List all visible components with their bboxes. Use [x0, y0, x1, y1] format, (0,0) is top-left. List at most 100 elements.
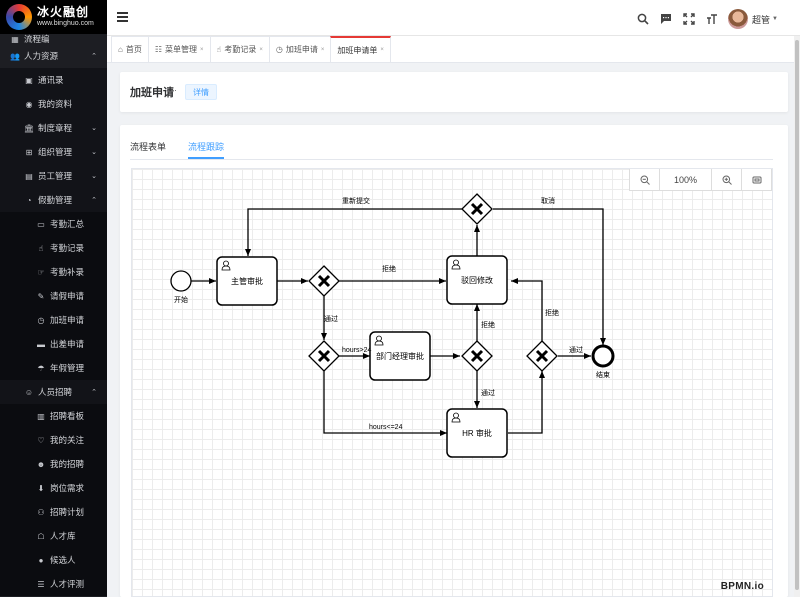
briefcase-icon: ▬: [37, 339, 45, 349]
sidebar-item-label: 通讯录: [38, 75, 64, 85]
chevron-up-icon: ⌃: [91, 389, 97, 396]
bpmn-diagram[interactable]: 主管审批 驳回修改 部门经理审批 HR 审批 开始 结束 重新提交 取消 拒绝 …: [132, 169, 773, 597]
sidebar-item[interactable]: ▭ 考勤汇总: [0, 212, 107, 236]
exclusive-gateway[interactable]: [308, 340, 340, 372]
close-icon[interactable]: ×: [200, 47, 204, 53]
sidebar-item-label: 招聘看板: [50, 411, 85, 421]
tab-item[interactable]: ☝ 考勤记录 ×: [209, 36, 270, 62]
close-icon[interactable]: ×: [380, 47, 384, 53]
detail-tag: 详情: [185, 84, 217, 100]
sidebar-item-label: 考勤记录: [50, 243, 85, 253]
sidebar-item[interactable]: ☰ 人才评测: [0, 572, 107, 596]
inner-tab[interactable]: 流程表单: [130, 140, 166, 159]
exclusive-gateway[interactable]: [526, 340, 558, 372]
tab-item[interactable]: ◷ 加班申请 ×: [268, 36, 332, 62]
sidebar-item-label: 我的招聘: [50, 459, 85, 469]
exclusive-gateway[interactable]: [461, 193, 493, 225]
sidebar-item[interactable]: 👥 人力资源 ⌃: [0, 44, 107, 68]
id-card-icon: ▤: [25, 171, 33, 181]
sidebar-item[interactable]: ⚇ 招聘计划: [0, 500, 107, 524]
sidebar: 冰火融创 www.binghuo.com ▦ 流程编 👥 人力资源 ⌃ ▣ 通讯录 ◉ 我的资料…: [0, 0, 107, 597]
sidebar-item[interactable]: 🏛 制度章程 ⌄: [0, 116, 107, 140]
candidate-icon: ●: [38, 555, 44, 565]
sidebar-item[interactable]: ▥ 招聘看板: [0, 404, 107, 428]
chevron-down-icon: ⌄: [91, 125, 97, 132]
sidebar-item[interactable]: ☺ 人员招聘 ⌃: [0, 380, 107, 404]
sidebar-item[interactable]: ▣ 通讯录: [0, 68, 107, 92]
font-size-icon[interactable]: [704, 11, 720, 27]
hand-icon: ☝: [216, 45, 222, 54]
chevron-up-icon: ⌃: [91, 53, 97, 60]
fit-view-icon[interactable]: [742, 169, 772, 191]
sidebar-item[interactable]: ☖ 人才库: [0, 524, 107, 548]
task-label-dept: 部门经理审批: [376, 351, 424, 361]
sidebar-item[interactable]: ☞ 考勤补录: [0, 260, 107, 284]
menu-tree-icon: ☷: [154, 45, 163, 54]
fullscreen-icon[interactable]: [681, 11, 697, 27]
sidebar-item-label: 我的关注: [50, 435, 85, 445]
close-icon[interactable]: ×: [321, 47, 325, 53]
sidebar-item[interactable]: ⬇ 岗位需求: [0, 476, 107, 500]
sidebar-item-label: 员工管理: [38, 171, 73, 181]
menu-toggle-icon[interactable]: [117, 12, 128, 24]
sidebar-item[interactable]: ▤ 员工管理 ⌄: [0, 164, 107, 188]
flow-label-cancel: 取消: [541, 196, 555, 205]
sidebar-item[interactable]: ♡ 我的关注: [0, 428, 107, 452]
sidebar-item[interactable]: ⊞ 组织管理 ⌄: [0, 140, 107, 164]
sidebar-item-label: 我的资料: [38, 99, 73, 109]
flow-label-pass: 通过: [324, 314, 338, 323]
tab-item[interactable]: ⌂ 首页: [111, 36, 149, 62]
sidebar-item-label: 组织管理: [38, 147, 73, 157]
zoom-out-icon[interactable]: [630, 169, 660, 191]
start-label: 开始: [174, 295, 188, 304]
sidebar-item[interactable]: ☂ 年假管理: [0, 356, 107, 380]
sidebar-item[interactable]: ◉ 我的资料: [0, 92, 107, 116]
sidebar-item[interactable]: ● 候选人: [0, 548, 107, 572]
start-event[interactable]: [170, 270, 192, 292]
vacation-icon: ☂: [37, 363, 45, 373]
download-icon: ⬇: [37, 483, 45, 493]
sidebar-item-label: 候选人: [50, 555, 76, 565]
caret-down-icon[interactable]: ▼: [772, 16, 778, 22]
bpmn-canvas[interactable]: 主管审批 驳回修改 部门经理审批 HR 审批 开始 结束 重新提交 取消 拒绝 …: [131, 168, 773, 597]
sidebar-item-label: 岗位需求: [50, 483, 85, 493]
message-icon[interactable]: [658, 11, 674, 27]
sidebar-item[interactable]: ▦ 流程编: [0, 34, 107, 44]
top-header: 超管 ▼: [107, 0, 800, 36]
hand-point-icon: ☞: [37, 267, 45, 277]
user-name[interactable]: 超管: [752, 13, 770, 26]
search-icon[interactable]: [635, 11, 651, 27]
tab-label: 菜单管理: [165, 45, 198, 54]
assess-icon: ☰: [37, 579, 45, 589]
page-scrollbar[interactable]: [794, 36, 800, 597]
zoom-in-icon[interactable]: [712, 169, 742, 191]
sidebar-item-label: 请假申请: [50, 291, 85, 301]
brand-url: www.binghuo.com: [37, 20, 94, 27]
sidebar-item-label: 假勤管理: [38, 195, 73, 205]
plan-icon: ⚇: [37, 507, 45, 517]
tab-item[interactable]: 加班申请单 ×: [330, 36, 391, 62]
exclusive-gateway[interactable]: [461, 340, 493, 372]
sidebar-item[interactable]: ◔ 假勤管理 ⌃: [0, 188, 107, 212]
sidebar-item[interactable]: ✎ 请假申请: [0, 284, 107, 308]
exclusive-gateway[interactable]: [308, 265, 340, 297]
close-icon[interactable]: ×: [259, 47, 263, 53]
home-icon: ⌂: [118, 45, 123, 54]
end-event[interactable]: [591, 344, 615, 368]
sidebar-item-label: 考勤补录: [50, 267, 85, 277]
inner-tab[interactable]: 流程跟踪: [188, 140, 225, 159]
bell-icon: ◔: [26, 195, 32, 205]
sidebar-item[interactable]: ☝ 考勤记录: [0, 236, 107, 260]
flow-label-reject: 拒绝: [481, 320, 495, 329]
sidebar-item[interactable]: ☻ 我的招聘: [0, 452, 107, 476]
sidebar-item-label: 人才评测: [50, 579, 85, 589]
brand-logo[interactable]: 冰火融创 www.binghuo.com: [0, 0, 107, 34]
chevron-down-icon: ⌄: [91, 173, 97, 180]
tab-item[interactable]: ☷ 菜单管理 ×: [147, 36, 211, 62]
sidebar-item[interactable]: ▬ 出差申请: [0, 332, 107, 356]
grid-icon: ▦: [11, 34, 19, 44]
sidebar-item[interactable]: ◷ 加班申请: [0, 308, 107, 332]
avatar[interactable]: [728, 9, 749, 29]
clock-icon: ◷: [37, 315, 45, 325]
bpmn-io-logo[interactable]: BPMN.io: [721, 581, 764, 592]
